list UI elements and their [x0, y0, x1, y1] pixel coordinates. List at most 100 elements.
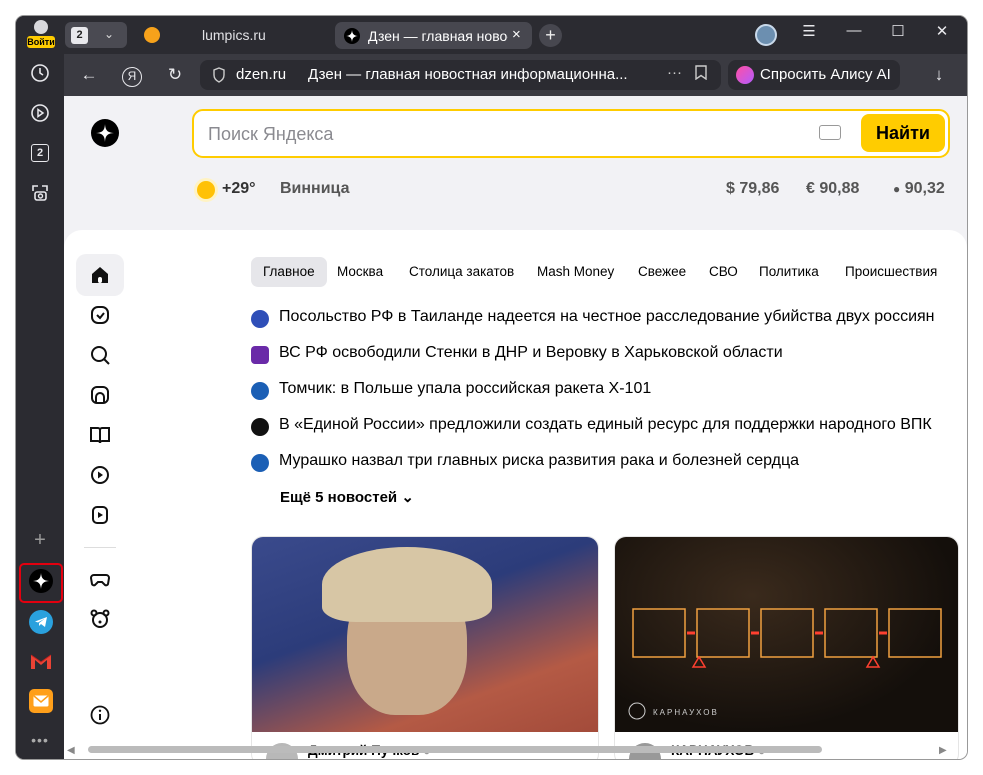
- gmail-icon[interactable]: [29, 649, 53, 673]
- download-icon[interactable]: ↓: [926, 62, 952, 88]
- chevron-down-icon: ⌄: [104, 27, 115, 41]
- studio-icon[interactable]: [88, 383, 112, 407]
- feed-card[interactable]: Дмитрий Пучков ●: [251, 536, 599, 759]
- hair-shape: [322, 547, 492, 622]
- url-page-title: Дзен — главная новостная информационна..…: [308, 66, 628, 83]
- mail-icon[interactable]: [29, 689, 53, 713]
- tab-mash-money[interactable]: Mash Money: [537, 257, 614, 287]
- tabs-count-label: 2: [31, 144, 49, 162]
- usd-rate[interactable]: $ 79,86: [726, 180, 779, 198]
- tab-proisshestviya[interactable]: Происшествия: [845, 257, 937, 287]
- bookmark-icon[interactable]: [695, 65, 707, 83]
- oil-drop-icon: ●: [893, 182, 901, 196]
- user-icon: [34, 20, 48, 34]
- horizontal-scrollbar[interactable]: [88, 746, 822, 753]
- infographic-illustration: КАРНАУХОВ: [628, 608, 942, 720]
- sidebar-divider: [84, 547, 116, 548]
- source-icon: [251, 382, 269, 400]
- alice-label: Спросить Алису AI: [760, 66, 891, 83]
- left-sidebar: Войти 2 + •••: [16, 16, 64, 759]
- keyboard-icon[interactable]: [819, 125, 841, 140]
- news-title: Томчик: в Польше упала российская ракета…: [279, 380, 652, 397]
- card-image: [252, 537, 598, 732]
- play-circle-icon[interactable]: [26, 99, 54, 127]
- shield-icon: [213, 67, 225, 83]
- home-icon[interactable]: [88, 263, 112, 287]
- address-bar[interactable]: dzen.ru Дзен — главная новостная информа…: [200, 60, 721, 90]
- tab-svezhee[interactable]: Свежее: [638, 257, 686, 287]
- search-button[interactable]: Найти: [861, 114, 945, 152]
- dzen-logo[interactable]: [91, 119, 119, 147]
- screenshot-icon[interactable]: [26, 179, 54, 207]
- info-icon[interactable]: [88, 703, 112, 727]
- close-tab-icon[interactable]: ×: [512, 26, 521, 43]
- reload-icon[interactable]: ↻: [162, 62, 188, 88]
- login-button[interactable]: Войти: [27, 20, 55, 50]
- profile-avatar[interactable]: [755, 24, 777, 46]
- source-icon: [251, 310, 269, 328]
- chevron-down-icon: ⌄: [401, 489, 414, 506]
- shorts-icon[interactable]: [88, 503, 112, 527]
- more-icon[interactable]: •••: [26, 726, 54, 754]
- dzen-favicon: [344, 28, 360, 44]
- news-title: В «Единой России» предложили создать еди…: [279, 416, 932, 433]
- card-image: КАРНАУХОВ: [615, 537, 958, 732]
- articles-icon[interactable]: [88, 423, 112, 447]
- login-label: Войти: [27, 36, 55, 48]
- tab-counter[interactable]: 2 ⌄: [65, 22, 127, 48]
- history-icon[interactable]: [26, 59, 54, 87]
- feed-area: Главное Москва Столица закатов Mash Mone…: [64, 230, 967, 759]
- search-input[interactable]: Поиск Яндекса: [208, 124, 333, 145]
- more-news-label: Ещё 5 новостей: [280, 489, 398, 506]
- eur-rate[interactable]: € 90,88: [806, 180, 859, 198]
- svg-text:КАРНАУХОВ: КАРНАУХОВ: [653, 708, 719, 717]
- city-name[interactable]: Винница: [280, 180, 349, 198]
- video-icon[interactable]: [88, 463, 112, 487]
- page-content: Поиск Яндекса Найти +29° Винница $ 79,86…: [64, 96, 967, 759]
- minimize-icon[interactable]: —: [842, 22, 866, 39]
- kids-icon[interactable]: [88, 607, 112, 631]
- temperature[interactable]: +29°: [222, 180, 256, 198]
- close-window-icon[interactable]: ✕: [930, 22, 954, 40]
- news-title: Мурашко назвал три главных риска развити…: [279, 452, 800, 469]
- tab-lumpics[interactable]: lumpics.ru: [144, 22, 324, 48]
- yandex-icon[interactable]: Я: [119, 62, 145, 88]
- telegram-icon[interactable]: [29, 610, 53, 634]
- tab-bar: 2 ⌄ lumpics.ru Дзен — главная новости × …: [64, 16, 967, 54]
- news-title: ВС РФ освободили Стенки в ДНР и Веровку …: [279, 344, 783, 361]
- tab-glavnoe[interactable]: Главное: [251, 257, 327, 287]
- feed-card[interactable]: КАРНАУХОВ КАРНАУХОВ ●: [614, 536, 959, 759]
- dzen-icon[interactable]: [29, 569, 53, 593]
- tab-stolitsa-zakatov[interactable]: Столица закатов: [409, 257, 514, 287]
- add-icon[interactable]: +: [26, 526, 54, 554]
- scroll-left-icon[interactable]: ◀: [67, 745, 75, 756]
- tab-svo[interactable]: СВО: [709, 257, 738, 287]
- news-title: Посольство РФ в Таиланде надеется на чес…: [279, 308, 935, 325]
- scroll-right-icon[interactable]: ▶: [939, 745, 947, 756]
- oil-value: 90,32: [904, 180, 945, 197]
- url-domain: dzen.ru: [236, 66, 287, 83]
- source-icon: [251, 418, 269, 436]
- alice-icon: [736, 66, 754, 84]
- tab-moskva[interactable]: Москва: [337, 257, 383, 287]
- lumpics-favicon: [144, 27, 160, 43]
- search-box: Поиск Яндекса Найти: [192, 109, 950, 158]
- maximize-icon[interactable]: ☐: [886, 22, 910, 40]
- search-icon[interactable]: [88, 343, 112, 367]
- menu-icon[interactable]: ☰: [797, 22, 821, 40]
- oil-rate[interactable]: ● 90,32: [893, 180, 945, 198]
- new-tab-button[interactable]: +: [539, 24, 562, 47]
- tabs-count-icon[interactable]: 2: [26, 139, 54, 167]
- subscriptions-icon[interactable]: [88, 303, 112, 327]
- more-icon[interactable]: ···: [667, 64, 682, 81]
- tab-dzen[interactable]: Дзен — главная новости ×: [335, 22, 532, 49]
- sun-icon: [197, 181, 215, 199]
- navigation-bar: ← Я ↻ dzen.ru Дзен — главная новостная и…: [64, 54, 967, 96]
- back-icon[interactable]: ←: [76, 62, 102, 88]
- ask-alice-button[interactable]: Спросить Алису AI: [728, 60, 900, 90]
- more-news-button[interactable]: Ещё 5 новостей ⌄: [280, 488, 414, 506]
- tab-politika[interactable]: Политика: [759, 257, 819, 287]
- games-icon[interactable]: [88, 567, 112, 591]
- browser-window: Войти 2 + ••• 2 ⌄ lumpics.ru Дзен — глав…: [16, 16, 967, 759]
- tab-count-label: 2: [71, 27, 88, 44]
